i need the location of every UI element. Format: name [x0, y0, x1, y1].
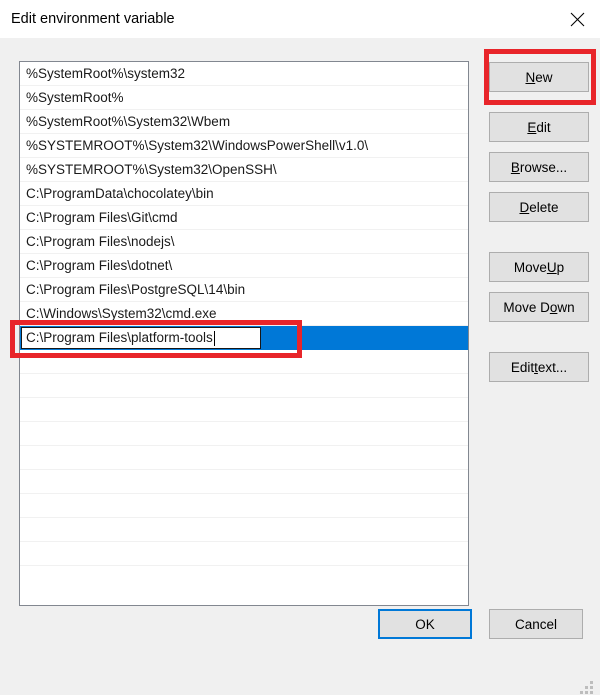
- list-item-empty[interactable]: [20, 542, 468, 566]
- new-button-accel: N: [525, 69, 536, 85]
- list-item[interactable]: C:\Program Files\PostgreSQL\14\bin: [20, 278, 468, 302]
- list-item[interactable]: C:\Program Files\nodejs\: [20, 230, 468, 254]
- ok-button-label: OK: [415, 616, 435, 632]
- dialog-body: %SystemRoot%\system32 %SystemRoot% %Syst…: [0, 38, 600, 694]
- move-down-button[interactable]: Move Do wn: [489, 292, 589, 322]
- list-item[interactable]: %SystemRoot%\System32\Wbem: [20, 110, 468, 134]
- resize-grip[interactable]: [580, 681, 594, 695]
- move-down-button-pre: Move D: [503, 299, 550, 315]
- edit-button-accel: E: [527, 119, 537, 135]
- move-down-button-post: wn: [557, 299, 575, 315]
- edit-text-button-pre: Edit: [510, 359, 535, 375]
- ok-button[interactable]: OK: [378, 609, 472, 639]
- delete-button-post: elete: [529, 199, 559, 215]
- window-title: Edit environment variable: [11, 10, 175, 27]
- browse-button-post: rowse...: [519, 159, 568, 175]
- list-item-empty[interactable]: [20, 518, 468, 542]
- title-bar: Edit environment variable: [0, 0, 600, 38]
- cancel-button-label: Cancel: [514, 616, 558, 632]
- edit-text-button[interactable]: Edit t ext...: [489, 352, 589, 382]
- move-up-button-post: p: [556, 259, 565, 275]
- list-item-empty[interactable]: [20, 422, 468, 446]
- browse-button-accel: B: [510, 159, 520, 175]
- list-item-empty[interactable]: [20, 446, 468, 470]
- cancel-button[interactable]: Cancel: [489, 609, 583, 639]
- move-up-button[interactable]: Move Up: [489, 252, 589, 282]
- move-up-button-pre: Move: [513, 259, 547, 275]
- delete-button-accel: D: [519, 199, 530, 215]
- edit-button[interactable]: Edit: [489, 112, 589, 142]
- path-listbox[interactable]: %SystemRoot%\system32 %SystemRoot% %Syst…: [19, 61, 469, 606]
- list-item[interactable]: C:\Program Files\dotnet\: [20, 254, 468, 278]
- move-up-button-accel: U: [546, 259, 557, 275]
- delete-button[interactable]: Delete: [489, 192, 589, 222]
- edit-text-button-post: ext...: [537, 359, 568, 375]
- list-item-empty[interactable]: [20, 494, 468, 518]
- inline-edit-value: C:\Program Files\platform-tools: [26, 330, 213, 345]
- list-item-empty[interactable]: [20, 470, 468, 494]
- list-item-empty[interactable]: [20, 374, 468, 398]
- inline-edit-field[interactable]: C:\Program Files\platform-tools: [21, 327, 261, 349]
- list-item[interactable]: %SYSTEMROOT%\System32\WindowsPowerShell\…: [20, 134, 468, 158]
- new-button-post: ew: [535, 69, 553, 85]
- text-caret: [213, 330, 215, 346]
- new-button[interactable]: New: [489, 62, 589, 92]
- list-item[interactable]: %SystemRoot%: [20, 86, 468, 110]
- list-item-empty[interactable]: [20, 350, 468, 374]
- edit-button-post: dit: [536, 119, 551, 135]
- list-item-selected[interactable]: C:\Program Files\platform-tools: [20, 326, 468, 350]
- list-item[interactable]: C:\Program Files\Git\cmd: [20, 206, 468, 230]
- list-item[interactable]: C:\ProgramData\chocolatey\bin: [20, 182, 468, 206]
- list-item[interactable]: C:\Windows\System32\cmd.exe: [20, 302, 468, 326]
- list-item[interactable]: %SYSTEMROOT%\System32\OpenSSH\: [20, 158, 468, 182]
- browse-button[interactable]: Browse...: [489, 152, 589, 182]
- list-item[interactable]: %SystemRoot%\system32: [20, 62, 468, 86]
- close-icon[interactable]: [554, 0, 600, 38]
- list-item-empty[interactable]: [20, 398, 468, 422]
